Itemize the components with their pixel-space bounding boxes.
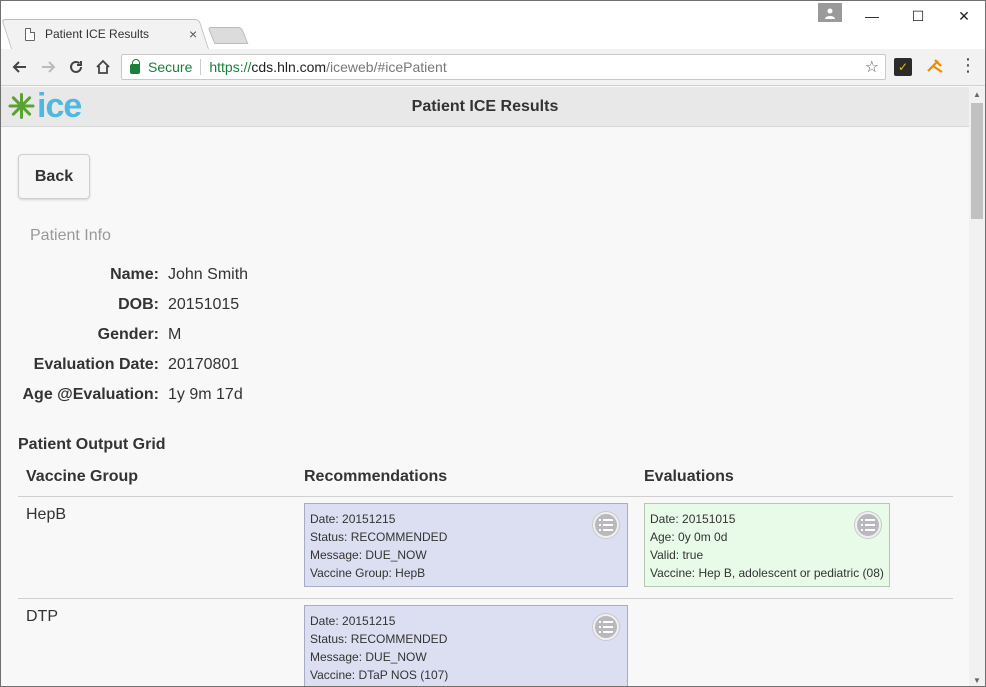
recommendation-card: Date: 20151215 Status: RECOMMENDED Messa… bbox=[304, 503, 628, 587]
profile-icon[interactable] bbox=[818, 3, 842, 22]
browser-window: Patient ICE Results × — ☐ ✕ Secure https… bbox=[0, 0, 986, 687]
tab-close-icon[interactable]: × bbox=[189, 26, 197, 42]
list-details-icon[interactable] bbox=[593, 512, 619, 538]
list-details-icon[interactable] bbox=[593, 614, 619, 640]
card-line: Age: 0y 0m 0d bbox=[650, 530, 728, 544]
info-label: DOB: bbox=[118, 296, 159, 313]
vaccine-group-name: HepB bbox=[26, 506, 67, 523]
scroll-up-icon[interactable]: ▲ bbox=[973, 90, 981, 99]
recommendation-card: Date: 20151215 Status: RECOMMENDED Messa… bbox=[304, 605, 628, 686]
grid-title: Patient Output Grid bbox=[18, 436, 166, 453]
vertical-scrollbar[interactable]: ▲ ▼ bbox=[969, 87, 985, 686]
new-tab-button[interactable] bbox=[207, 27, 249, 44]
card-line: Message: DUE_NOW bbox=[310, 650, 427, 664]
info-label: Name: bbox=[110, 266, 159, 283]
scroll-thumb[interactable] bbox=[971, 103, 983, 219]
info-row-name: Name: John Smith bbox=[1, 266, 401, 288]
column-header-recommendations: Recommendations bbox=[304, 468, 448, 485]
page-icon bbox=[25, 27, 35, 41]
vaccine-group-name: DTP bbox=[26, 608, 58, 625]
info-row-dob: DOB: 20151015 bbox=[1, 296, 401, 318]
info-value: John Smith bbox=[168, 266, 249, 283]
patient-info-label: Patient Info bbox=[30, 227, 111, 244]
scroll-down-icon[interactable]: ▼ bbox=[973, 676, 981, 685]
card-line: Date: 20151015 bbox=[650, 512, 736, 526]
address-bar[interactable]: Secure https://cds.hln.com/iceweb/#icePa… bbox=[121, 54, 886, 80]
evaluation-card: Date: 20151015 Age: 0y 0m 0d Valid: true… bbox=[644, 503, 890, 587]
divider bbox=[200, 59, 202, 75]
row-divider bbox=[18, 598, 953, 599]
card-line: Vaccine: DTaP NOS (107) bbox=[310, 668, 449, 682]
extension-icon-2[interactable] bbox=[926, 57, 944, 80]
info-row-age: Age @Evaluation: 1y 9m 17d bbox=[1, 386, 401, 408]
star-icon[interactable]: ☆ bbox=[865, 57, 879, 77]
home-icon[interactable] bbox=[91, 55, 115, 79]
info-row-gender: Gender: M bbox=[1, 326, 401, 348]
back-arrow-icon[interactable] bbox=[8, 55, 32, 79]
page-title: Patient ICE Results bbox=[411, 98, 559, 115]
card-line: Valid: true bbox=[650, 548, 704, 562]
minimize-button[interactable]: — bbox=[849, 1, 895, 31]
info-value: 20151015 bbox=[168, 296, 240, 313]
info-label: Gender: bbox=[97, 326, 159, 343]
url-scheme: https:// bbox=[209, 59, 252, 75]
info-row-evaluation-date: Evaluation Date: 20170801 bbox=[1, 356, 401, 378]
back-button[interactable]: Back bbox=[18, 154, 90, 199]
column-header-evaluations: Evaluations bbox=[644, 468, 734, 485]
info-label: Evaluation Date: bbox=[33, 356, 159, 373]
list-details-icon[interactable] bbox=[855, 512, 881, 538]
card-line: Date: 20151215 bbox=[310, 512, 396, 526]
info-value: 20170801 bbox=[168, 356, 240, 373]
row-divider bbox=[18, 496, 953, 497]
tab-title: Patient ICE Results bbox=[45, 27, 150, 41]
title-bar: Patient ICE Results × — ☐ ✕ bbox=[1, 1, 985, 49]
secure-label: Secure bbox=[148, 59, 193, 75]
maximize-button[interactable]: ☐ bbox=[895, 1, 941, 31]
menu-icon[interactable]: ⋮ bbox=[959, 55, 977, 76]
info-value: M bbox=[168, 326, 182, 343]
card-line: Date: 20151215 bbox=[310, 614, 396, 628]
card-line: Vaccine Group: HepB bbox=[310, 566, 426, 580]
browser-toolbar: Secure https://cds.hln.com/iceweb/#icePa… bbox=[1, 49, 985, 86]
tab-content[interactable]: Patient ICE Results bbox=[25, 19, 215, 49]
card-line: Status: RECOMMENDED bbox=[310, 632, 448, 646]
lock-icon bbox=[130, 58, 140, 74]
card-line: Message: DUE_NOW bbox=[310, 548, 427, 562]
column-header-vaccine-group: Vaccine Group bbox=[26, 468, 139, 485]
card-line: Vaccine: Hep B, adolescent or pediatric … bbox=[650, 566, 884, 580]
card-line: Status: RECOMMENDED bbox=[310, 530, 448, 544]
reload-icon[interactable] bbox=[64, 55, 88, 79]
forward-arrow-icon[interactable] bbox=[36, 55, 60, 79]
close-window-button[interactable]: ✕ bbox=[941, 1, 985, 31]
app-header: ice Patient ICE Results bbox=[1, 87, 969, 127]
extension-icon[interactable]: ✓ bbox=[894, 58, 912, 76]
info-value: 1y 9m 17d bbox=[168, 386, 243, 403]
url-path: /iceweb/#icePatient bbox=[326, 59, 447, 75]
page-viewport: ice Patient ICE Results Back Patient Inf… bbox=[1, 87, 969, 686]
info-label: Age @Evaluation: bbox=[22, 386, 159, 403]
url-host: cds.hln.com bbox=[251, 59, 327, 75]
